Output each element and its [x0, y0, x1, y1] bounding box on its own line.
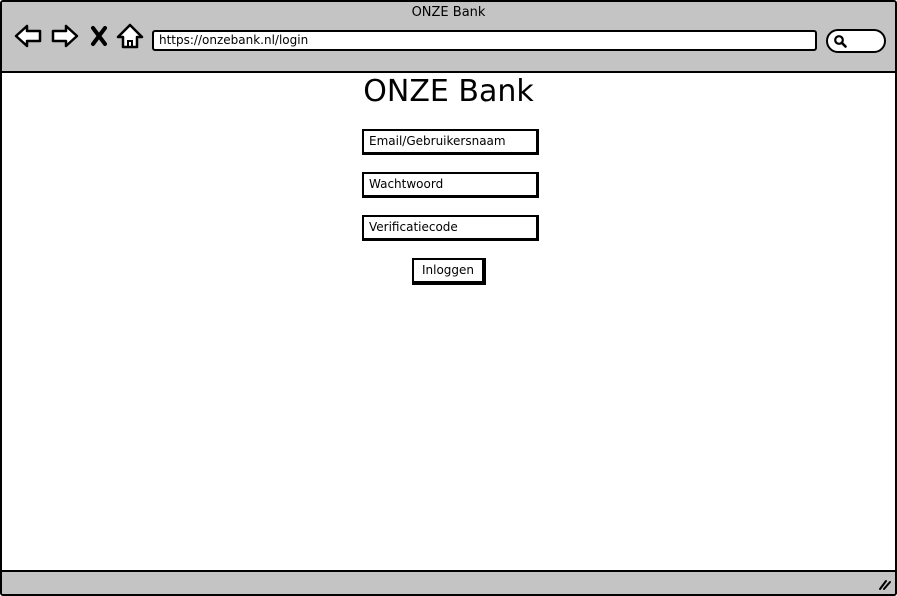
- browser-window: ONZE Bank https://onzebank.nl/login ONZE…: [0, 0, 897, 596]
- browser-toolbar: ONZE Bank https://onzebank.nl/login: [2, 2, 895, 73]
- resize-grip-icon[interactable]: [877, 577, 891, 591]
- address-bar[interactable]: https://onzebank.nl/login: [152, 30, 817, 51]
- close-x-icon[interactable]: [88, 22, 110, 50]
- home-icon[interactable]: [115, 22, 145, 50]
- page-title: ONZE Bank: [363, 74, 534, 109]
- verification-code-field[interactable]: Verificatiecode: [362, 215, 539, 241]
- password-field[interactable]: Wachtwoord: [362, 172, 539, 198]
- window-title: ONZE Bank: [411, 5, 486, 20]
- login-button[interactable]: Inloggen: [412, 258, 486, 285]
- status-bar: [2, 570, 895, 594]
- email-field[interactable]: Email/Gebruikersnaam: [362, 129, 539, 155]
- back-arrow-icon[interactable]: [13, 22, 43, 50]
- forward-arrow-icon[interactable]: [50, 22, 80, 50]
- search-icon: [834, 35, 847, 48]
- search-button[interactable]: [826, 29, 886, 53]
